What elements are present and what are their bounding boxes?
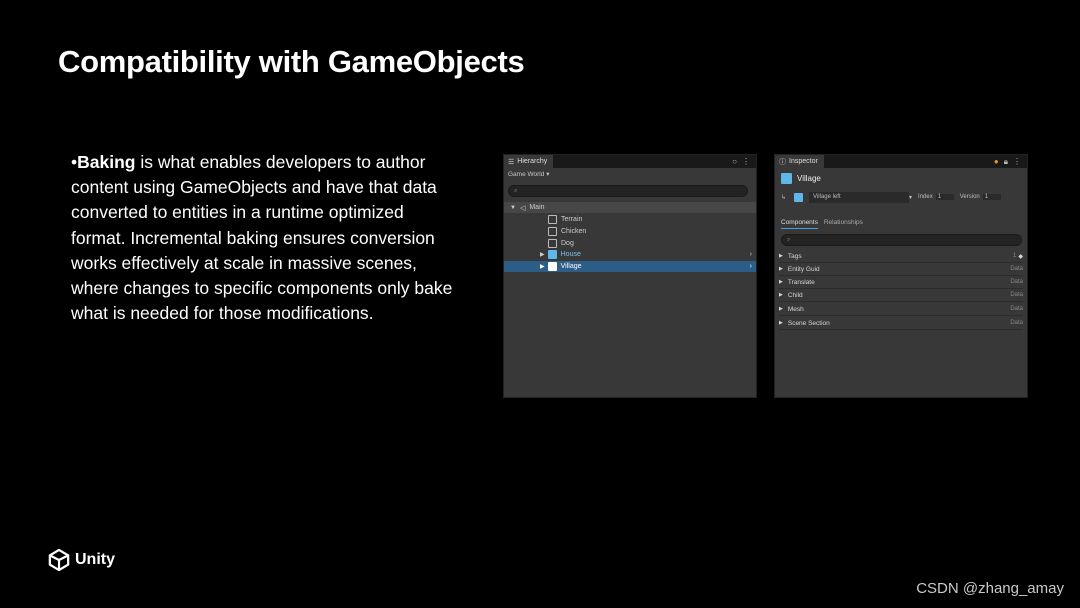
component-value: 1	[1013, 253, 1017, 259]
unity-wordmark: Unity	[75, 551, 115, 568]
component-name: Entity Guid	[787, 265, 820, 273]
components-search-input[interactable]: ⌕	[781, 234, 1022, 246]
chevron-right-icon[interactable]: ›	[750, 251, 752, 258]
prefab-icon	[547, 250, 557, 259]
expand-right-icon[interactable]: ▶	[779, 306, 783, 312]
tab-hierarchy[interactable]: ☰ Hierarchy	[504, 155, 554, 168]
version-value[interactable]: 1	[982, 194, 1001, 200]
bullet-body: is what enables developers to author con…	[71, 152, 453, 324]
unity-logo: Unity	[48, 549, 115, 571]
inspector-tab-label: Inspector	[789, 158, 818, 165]
bullet-bold-term: Baking	[77, 152, 136, 172]
component-row-tags[interactable]: ▶ Tags 1 ◆	[779, 250, 1023, 263]
component-name: Translate	[787, 278, 815, 286]
chevron-right-icon[interactable]: ›	[750, 263, 752, 270]
world-selector[interactable]: Game World ▾	[508, 170, 549, 178]
component-name: Mesh	[787, 305, 804, 313]
tab-components[interactable]: Components	[781, 219, 818, 229]
status-dot-icon: ●	[993, 157, 999, 166]
entity-ref-field[interactable]: Village left	[809, 191, 910, 203]
component-name: Child	[787, 291, 803, 299]
component-row-translate[interactable]: ▶ Translate Data	[779, 276, 1023, 289]
entity-header: Village	[781, 173, 821, 184]
component-value: Data	[1010, 292, 1023, 298]
expand-right-icon[interactable]: ▶	[779, 320, 783, 326]
entity-name: Village	[797, 174, 821, 183]
entity-ref-row: ↳ Village left ▾ Index 1 Version 1	[781, 191, 1021, 203]
hierarchy-item-dog[interactable]: Dog	[504, 238, 756, 249]
item-label: Dog	[561, 240, 574, 247]
component-name: Tags	[787, 252, 802, 260]
inspector-panel: ⓘ Inspector ● 🔒︎ ⋮ Village ↳ Village lef…	[774, 154, 1028, 398]
hierarchy-tab-label: Hierarchy	[517, 158, 548, 165]
component-row-child[interactable]: ▶ Child Data	[779, 289, 1023, 302]
entity-icon	[794, 192, 804, 202]
component-value: Data	[1010, 279, 1023, 285]
dropdown-icon: ▾	[546, 171, 550, 178]
item-label: Village	[560, 263, 582, 270]
expand-right-icon[interactable]: ▶	[779, 279, 783, 285]
unity-cube-icon	[48, 549, 70, 571]
list-icon: ☰	[508, 158, 515, 166]
hierarchy-item-house[interactable]: ▶ House ›	[504, 249, 756, 260]
hierarchy-header-icons: ○ ⋮	[732, 157, 750, 166]
item-label: Chicken	[561, 228, 587, 235]
hierarchy-item-chicken[interactable]: Chicken	[504, 226, 756, 237]
component-value: Data	[1010, 266, 1023, 272]
item-label: Terrain	[561, 216, 583, 223]
info-icon: ⓘ	[779, 158, 786, 166]
expand-right-icon[interactable]: ▶	[540, 263, 545, 270]
index-label: Index	[918, 194, 933, 200]
component-row-mesh[interactable]: ▶ Mesh Data	[779, 303, 1023, 316]
component-value: Data	[1010, 320, 1023, 326]
expand-right-icon[interactable]: ▶	[779, 253, 783, 259]
version-label: Version	[959, 194, 980, 200]
expand-right-icon[interactable]: ▶	[779, 292, 783, 298]
expand-right-icon[interactable]: ▶	[540, 251, 545, 258]
gameobject-icon	[548, 215, 557, 224]
gameobject-icon	[548, 227, 557, 236]
item-label: House	[560, 251, 581, 258]
bullet-paragraph: •Baking is what enables developers to au…	[71, 150, 461, 326]
inspector-header-icons: ● 🔒︎ ⋮	[994, 157, 1021, 167]
tab-relationships[interactable]: Relationships	[824, 219, 863, 229]
component-value: Data	[1010, 306, 1023, 312]
gameobject-icon	[548, 239, 557, 248]
tab-inspector[interactable]: ⓘ Inspector	[775, 155, 824, 168]
component-row-entity-guid[interactable]: ▶ Entity Guid Data	[779, 263, 1023, 276]
hierarchy-search-input[interactable]: ⌕	[508, 185, 748, 197]
prefab-icon	[547, 262, 557, 271]
root-label: Main	[529, 204, 545, 211]
hierarchy-item-village[interactable]: ▶ Village ›	[504, 261, 756, 272]
slide-title: Compatibility with GameObjects	[58, 44, 525, 79]
more-icon[interactable]: ⋮	[1013, 157, 1021, 167]
entity-icon	[781, 173, 792, 184]
more-icon[interactable]: ⋮	[742, 157, 750, 166]
component-name: Scene Section	[787, 319, 830, 327]
lock-icon[interactable]: 🔒︎	[1004, 157, 1008, 167]
scene-icon: ◁	[519, 204, 526, 212]
index-value[interactable]: 1	[935, 194, 954, 200]
circle-icon[interactable]: ○	[732, 157, 737, 166]
hierarchy-root-row[interactable]: ▼ ◁ Main	[504, 202, 756, 213]
expand-right-icon[interactable]: ▶	[779, 266, 783, 272]
entity-ref-dropdown-icon[interactable]: ▾	[909, 194, 912, 201]
hierarchy-item-terrain[interactable]: Terrain	[504, 214, 756, 225]
expand-down-icon[interactable]: ▼	[510, 205, 516, 211]
component-row-scene-section[interactable]: ▶ Scene Section Data	[779, 317, 1023, 330]
hierarchy-panel: ☰ Hierarchy ○ ⋮ Game World ▾ ⌕ ▼ ◁ Main …	[503, 154, 757, 398]
child-arrow-icon: ↳	[781, 194, 787, 201]
watermark: CSDN @zhang_amay	[916, 580, 1064, 597]
tag-icon: ◆	[1018, 253, 1023, 260]
inspector-tabs: Components Relationships	[781, 219, 863, 229]
world-label: Game World	[508, 171, 545, 178]
